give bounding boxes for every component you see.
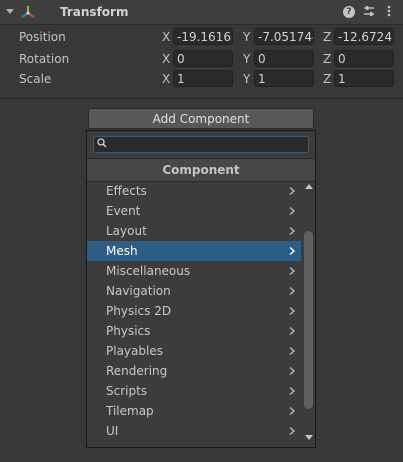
add-component-popup: Component Effects Event Layout Mesh Miscella… [86,130,316,448]
component-category-label: UI [106,424,119,438]
transform-header[interactable]: Transform ? [0,0,403,25]
presets-icon[interactable] [362,4,376,18]
component-category-label: Physics 2D [106,304,172,318]
component-search-input[interactable] [93,136,309,153]
chevron-right-icon [289,187,296,195]
scale-x-field[interactable]: 1 [173,70,233,87]
component-category-label: Playables [106,344,163,358]
chevron-right-icon [289,207,296,215]
component-category-item[interactable]: Effects [87,181,301,201]
scale-row: Scale X 1 Y 1 Z 1 [0,69,403,89]
axis-label-z[interactable]: Z [323,52,331,66]
add-component-button[interactable]: Add Component [88,108,314,129]
scale-y-field[interactable]: 1 [254,70,314,87]
component-category-label: Mesh [106,244,138,258]
help-icon[interactable]: ? [343,6,355,18]
category-header: Component [87,158,315,182]
component-category-item[interactable]: Playables [87,341,301,361]
chevron-right-icon [289,347,296,355]
component-category-item[interactable]: Miscellaneous [87,261,301,281]
component-category-label: Rendering [106,364,168,378]
component-category-label: Scripts [106,384,148,398]
search-icon [97,138,107,148]
chevron-right-icon [289,367,296,375]
rotation-x-field[interactable]: 0 [173,50,233,67]
more-options-icon[interactable] [382,4,396,18]
position-y-field[interactable]: -7.051744 [254,28,314,45]
component-category-item[interactable]: Layout [87,221,301,241]
component-category-item[interactable]: Event [87,201,301,221]
position-label[interactable]: Position [19,30,66,44]
axis-label-x[interactable]: X [162,72,170,86]
axis-label-x[interactable]: X [162,52,170,66]
axis-label-z[interactable]: Z [323,72,331,86]
rotation-y-field[interactable]: 0 [254,50,314,67]
component-category-label: Effects [106,184,147,198]
transform-icon [21,6,35,18]
chevron-right-icon [289,287,296,295]
chevron-right-icon [289,267,296,275]
chevron-right-icon [289,307,296,315]
component-category-label: Layout [106,224,147,238]
component-category-item[interactable]: Mesh [87,241,301,261]
chevron-right-icon [289,327,296,335]
fold-arrow-icon[interactable] [6,9,14,14]
rotation-label[interactable]: Rotation [19,52,69,66]
component-category-item[interactable]: Rendering [87,361,301,381]
axis-label-x[interactable]: X [162,30,170,44]
section-divider [0,98,403,99]
axis-label-y[interactable]: Y [243,30,250,44]
component-title: Transform [60,5,129,19]
chevron-right-icon [289,227,296,235]
component-category-item[interactable]: Physics [87,321,301,341]
scroll-down-arrow-icon[interactable] [305,435,313,440]
component-category-item[interactable]: Physics 2D [87,301,301,321]
component-category-label: Miscellaneous [106,264,191,278]
rotation-z-field[interactable]: 0 [334,50,394,67]
component-category-label: Event [106,204,141,218]
component-category-item[interactable]: Scripts [87,381,301,401]
position-x-field[interactable]: -19.16165 [173,28,233,45]
scroll-up-arrow-icon[interactable] [305,184,313,189]
component-category-item[interactable]: Navigation [87,281,301,301]
component-category-item[interactable]: UI [87,421,301,441]
component-list: Effects Event Layout Mesh Miscellaneous Navig… [87,181,301,441]
scale-z-field[interactable]: 1 [334,70,394,87]
component-category-item[interactable]: Tilemap [87,401,301,421]
axis-label-z[interactable]: Z [323,30,331,44]
scrollbar-thumb[interactable] [304,231,313,409]
component-category-label: Physics [106,324,151,338]
axis-label-y[interactable]: Y [243,72,250,86]
scale-label[interactable]: Scale [19,72,51,86]
component-category-label: Navigation [106,284,171,298]
chevron-right-icon [289,427,296,435]
rotation-row: Rotation X 0 Y 0 Z 0 [0,49,403,69]
position-z-field[interactable]: -12.67242 [334,28,394,45]
search-field-container [93,136,309,153]
chevron-right-icon [289,407,296,415]
chevron-right-icon [289,387,296,395]
axis-label-y[interactable]: Y [243,52,250,66]
chevron-right-icon [289,247,296,255]
component-category-label: Tilemap [106,404,154,418]
position-row: Position X -19.16165 Y -7.051744 Z -12.6… [0,27,403,47]
